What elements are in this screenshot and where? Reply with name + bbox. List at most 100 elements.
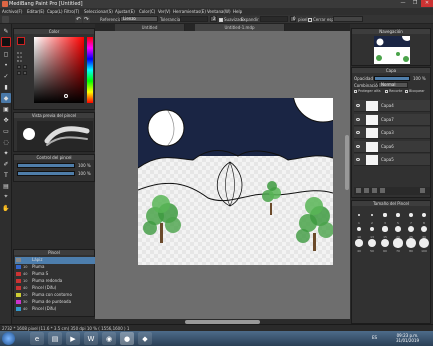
brush-size-option[interactable] xyxy=(356,226,362,232)
clock[interactable]: 09:23 p.m. 31/01/2019 xyxy=(396,333,419,343)
expand-slider[interactable] xyxy=(260,16,288,22)
tolerance-slider[interactable] xyxy=(180,16,208,22)
move-icon[interactable]: ✥ xyxy=(1,115,11,125)
antialias-checkbox[interactable] xyxy=(219,18,223,22)
color-slider-icon[interactable] xyxy=(23,71,27,75)
brush-icon[interactable]: ✎ xyxy=(1,26,11,36)
pencil-item[interactable]: Lápiz xyxy=(15,257,95,264)
menu-filtro[interactable]: Filtro(T) xyxy=(64,9,79,14)
delete-layer-button[interactable] xyxy=(420,188,425,193)
eye-icon[interactable] xyxy=(356,131,360,134)
layer-row[interactable]: Capa6 xyxy=(354,140,430,153)
close-button[interactable]: ✕ xyxy=(421,0,433,7)
brush-size-option[interactable] xyxy=(421,212,427,218)
word-icon[interactable]: W xyxy=(84,332,98,345)
menu-ver[interactable]: Ver(V) xyxy=(158,9,170,14)
app-icon-2[interactable]: ◆ xyxy=(138,332,152,345)
menu-capa[interactable]: Capa(L) xyxy=(47,9,63,14)
layer-row[interactable]: Capa4 xyxy=(354,100,430,112)
foreground-color-swatch-large[interactable] xyxy=(17,37,25,45)
layer-row[interactable]: Capa5 xyxy=(354,154,430,166)
tab-untitled-1[interactable]: Untitled-1.mdp xyxy=(195,24,285,31)
pencil-item[interactable]: 40 Pluma S xyxy=(15,271,95,278)
brush-size-option[interactable] xyxy=(380,238,390,248)
add-folder-button[interactable] xyxy=(364,188,369,193)
reference-select[interactable]: Lienzo xyxy=(120,16,158,22)
navigator-thumbnail[interactable] xyxy=(374,36,410,64)
hand-icon[interactable]: ✋ xyxy=(1,203,11,213)
start-button[interactable] xyxy=(2,332,15,345)
layer-row[interactable]: Capa3 xyxy=(354,127,430,139)
hue-slider[interactable] xyxy=(87,37,93,103)
language-indicator[interactable]: ES xyxy=(372,335,377,340)
check-icon[interactable]: ✓ xyxy=(1,71,11,81)
media-player-icon[interactable]: ▶ xyxy=(66,332,80,345)
brush-opacity-slider[interactable] xyxy=(17,171,75,176)
redo-button[interactable]: ↷ xyxy=(83,16,90,23)
color-picker-cursor[interactable] xyxy=(64,94,68,98)
shape-icon[interactable]: ▮ xyxy=(1,82,11,92)
menu-help[interactable]: Help xyxy=(233,9,242,14)
brush-size-option[interactable] xyxy=(406,238,416,248)
pencil-item[interactable]: 40 Pincel (Difu) xyxy=(15,285,95,292)
menu-seleccionar[interactable]: Seleccionar(S) xyxy=(84,9,113,14)
duplicate-layer-button[interactable] xyxy=(372,188,377,193)
clipping-checkbox[interactable] xyxy=(385,90,388,93)
bucket-icon[interactable]: ◆ xyxy=(1,93,11,103)
undo-button[interactable]: ↶ xyxy=(75,16,82,23)
pencil-item[interactable]: 40 Pincel (Difu) xyxy=(15,306,95,313)
brush-size-option[interactable] xyxy=(370,213,374,217)
blend-mode-select[interactable]: Normal xyxy=(378,82,408,88)
pencil-item[interactable]: 30 Pluma de punteada xyxy=(15,299,95,306)
brush-size-option[interactable] xyxy=(396,213,400,217)
pencil-item[interactable]: 10 Pluma xyxy=(15,264,95,271)
brush-size-option[interactable] xyxy=(393,238,403,248)
drawing-canvas[interactable] xyxy=(138,98,333,265)
eyedropper-icon[interactable]: ⌖ xyxy=(1,192,11,202)
magic-wand-icon[interactable]: ✦ xyxy=(1,148,11,158)
brush-size-option[interactable] xyxy=(407,225,415,233)
brush-size-option[interactable] xyxy=(357,213,361,217)
merge-layer-button[interactable] xyxy=(380,188,385,193)
eye-icon[interactable] xyxy=(356,158,360,161)
pencil-item[interactable]: 20 Pluma con contorno xyxy=(15,292,95,299)
brush-size-option[interactable] xyxy=(419,238,429,248)
saturation-value-picker[interactable] xyxy=(34,37,84,103)
explorer-icon[interactable]: ▤ xyxy=(48,332,62,345)
lasso-icon[interactable]: ◌ xyxy=(1,137,11,147)
eraser-icon[interactable]: ◻ xyxy=(1,49,11,59)
menu-ventana[interactable]: Ventana(W) xyxy=(207,9,231,14)
maximize-button[interactable]: ❐ xyxy=(409,0,421,7)
brush-size-option[interactable] xyxy=(395,226,401,232)
brush-size-option[interactable] xyxy=(382,226,388,232)
menu-ajustar[interactable]: Ajustar(E) xyxy=(115,9,135,14)
dot-icon[interactable]: • xyxy=(1,60,11,70)
gradient-icon[interactable]: ▣ xyxy=(1,104,11,114)
eye-icon[interactable] xyxy=(356,104,360,107)
color-wheel-icon[interactable] xyxy=(17,71,21,75)
add-layer-button[interactable] xyxy=(356,188,361,193)
brush-size-option[interactable] xyxy=(355,239,363,247)
palette-icon[interactable] xyxy=(23,65,27,69)
menu-archivo[interactable]: Archivo(F) xyxy=(2,9,22,14)
brush-size-option[interactable] xyxy=(409,213,413,217)
foreground-color-swatch[interactable] xyxy=(1,37,11,47)
layer-opacity-slider[interactable] xyxy=(374,76,410,81)
brush-size-option[interactable] xyxy=(369,226,375,232)
browser-icon[interactable]: ◉ xyxy=(102,332,116,345)
close-gaps-slider[interactable] xyxy=(333,16,363,22)
brush-size-slider[interactable] xyxy=(17,163,75,168)
expand-value[interactable]: 0 xyxy=(290,16,296,22)
ie-icon[interactable]: e xyxy=(30,332,44,345)
select-pen-icon[interactable]: ✐ xyxy=(1,159,11,169)
menu-editar[interactable]: Editar(E) xyxy=(27,9,45,14)
pencil-item[interactable]: 10 Pluma redonda xyxy=(15,278,95,285)
eye-icon[interactable] xyxy=(356,144,360,148)
medibang-icon[interactable]: ● xyxy=(120,332,134,345)
brush-size-option[interactable] xyxy=(383,213,387,217)
eye-icon[interactable] xyxy=(356,117,360,121)
menu-herramientas[interactable]: Herramientas(E) xyxy=(173,9,206,14)
close-gaps-checkbox[interactable] xyxy=(308,18,312,22)
brush-size-option[interactable] xyxy=(368,239,376,247)
text-icon[interactable]: T xyxy=(1,170,11,180)
